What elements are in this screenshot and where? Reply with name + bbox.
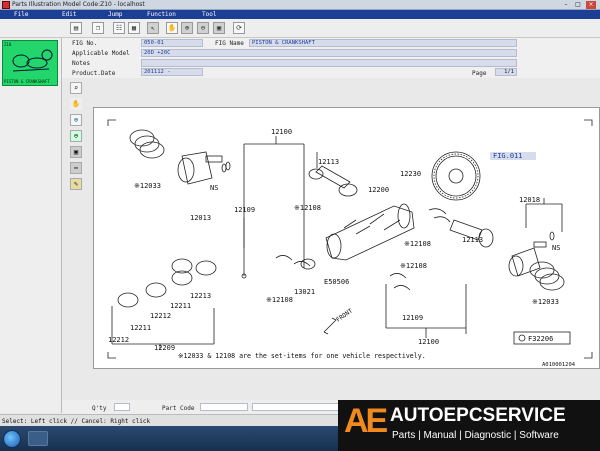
taskbar-app-icon[interactable] [28,431,48,446]
crankshaft [325,205,415,261]
callout-12209[interactable]: 12209 [154,344,175,352]
fit-window-icon[interactable]: ▣ [70,146,82,158]
callout-ns: NS [210,184,218,192]
qty-label: Q'ty [92,405,107,412]
part-name-field [252,403,342,411]
callout-12213[interactable]: 12213 [190,292,211,300]
zoom-out-tool-icon[interactable]: ⊖ [70,130,82,142]
piston-ring [139,141,165,159]
maximize-icon[interactable]: □ [573,1,583,9]
cursor-icon[interactable]: ↖ [147,22,159,34]
watermark-logo: AE [344,402,388,440]
notes-label: Notes [72,60,91,67]
piston-ring [129,129,155,147]
menu-jump[interactable]: Jump [108,11,122,18]
set-items-footnote: ※12033 & 12108 are the set-items for one… [178,352,426,360]
callout-12018[interactable]: 12018 [519,196,540,204]
date-label: Product.Date [72,70,116,77]
app-icon [2,1,10,9]
callout-12211[interactable]: 12211 [170,302,191,310]
fig-name-field: PISTON & CRANKSHAFT [249,39,517,47]
piston [181,151,213,185]
callout-12230[interactable]: 12230 [400,170,421,178]
status-text: Select: Left click // Cancel: Right clic… [2,418,151,425]
callout-12212b[interactable]: 12212 [108,336,129,344]
date-field: 201112 - [141,68,203,76]
page-label: Page [472,70,487,77]
menu-function[interactable]: Function [147,11,176,18]
fit-width-icon[interactable]: ⇔ [70,162,82,174]
callout-13021[interactable]: 13021 [294,288,315,296]
callout-12211b[interactable]: 12211 [130,324,151,332]
parts-list-icon[interactable]: ☷ [113,22,125,34]
callout-12109[interactable]: 12109 [234,206,255,214]
print-icon[interactable]: ▤ [70,22,82,34]
toolbar: ▤ ❐ ☷ ▦ ↖ ✋ ⊕ ⊖ ▣ ⟳ [0,19,600,38]
piston-right [511,247,541,277]
callout-12108c[interactable]: ※12108 [266,296,293,304]
menu-edit[interactable]: Edit [62,11,76,18]
piston-ring [134,135,160,153]
magnify-icon[interactable]: ⌕ [70,82,82,94]
front-arrow-label: FRONT [335,307,354,323]
callout-12100[interactable]: 12100 [271,128,292,136]
callout-12108[interactable]: ※12108 [294,204,321,212]
close-icon[interactable]: × [586,1,596,9]
notes-field [141,59,517,67]
refresh-icon[interactable]: ⟳ [233,22,245,34]
zoom-out-icon[interactable]: ⊖ [197,22,209,34]
callout-12200[interactable]: 12200 [368,186,389,194]
thumbnail-panel: Z10 PISTON & CRANKSHAFT [0,38,62,413]
side-toolbar: ⌕ ✋ ⊕ ⊖ ▣ ⇔ ✎ [70,80,86,198]
thumbnail-item[interactable]: Z10 PISTON & CRANKSHAFT [2,40,58,86]
drawing-number: A010001204 [542,362,576,368]
title-bar: Parts Illustration Model Code:Z10 - loca… [0,0,600,10]
callout-ns2: NS [552,244,560,252]
callout-12033[interactable]: ※12033 [134,182,161,190]
illustration-canvas[interactable]: FIG.011 12100 12113 ※12033 12013 12109 ※… [93,107,600,369]
part-code-field[interactable] [200,403,248,411]
model-field: 20D +20C [141,49,517,57]
menu-bar: File Edit Jump Function Tool [0,10,600,19]
hand-tool-icon[interactable]: ✋ [70,98,82,110]
fit-icon[interactable]: ▣ [213,22,225,34]
menu-file[interactable]: File [14,11,28,18]
callout-12109b[interactable]: 12109 [402,314,423,322]
parts-diagram: FIG.011 12100 12113 ※12033 12013 12109 ※… [107,119,593,368]
watermark-name: AUTOEPCSERVICE [390,405,566,426]
part-code-label: Part Code [162,405,195,412]
model-label: Applicable Model [72,50,130,57]
save-icon[interactable]: ▦ [128,22,140,34]
watermark-banner: AE AUTOEPCSERVICE Parts | Manual | Diagn… [338,400,600,451]
start-button[interactable] [3,430,21,448]
callout-12113[interactable]: 12113 [318,158,339,166]
thumbnail-caption: PISTON & CRANKSHAFT [4,79,50,84]
minimize-icon[interactable]: – [561,1,571,9]
page-field: 1/1 [495,68,517,76]
hand-icon[interactable]: ✋ [166,22,178,34]
fig-no-label: FIG No. [72,40,98,47]
fig-name-label: FIG Name [215,40,244,47]
zoom-in-tool-icon[interactable]: ⊕ [70,114,82,126]
callout-12100b[interactable]: 12100 [418,338,439,346]
watermark-tagline: Parts | Manual | Diagnostic | Software [392,430,559,441]
window-title: Parts Illustration Model Code:Z10 - loca… [12,1,145,8]
copy-icon[interactable]: ❐ [92,22,104,34]
fig-no-field: 050-01 [141,39,203,47]
callout-12108d[interactable]: ※12108 [400,262,427,270]
callout-12108b[interactable]: ※12108 [404,240,431,248]
piston-top [177,157,195,183]
callout-12033b[interactable]: ※12033 [532,298,559,306]
callout-12113b[interactable]: 12113 [462,236,483,244]
callout-e50506[interactable]: E50506 [324,278,349,286]
flywheel [431,151,481,201]
fig-ref-link[interactable]: FIG.011 [493,152,523,160]
menu-tool[interactable]: Tool [202,11,216,18]
callout-12013[interactable]: 12013 [190,214,211,222]
qty-field[interactable] [114,403,130,411]
fig-code: F32206 [528,335,553,343]
memo-icon[interactable]: ✎ [70,178,82,190]
zoom-in-icon[interactable]: ⊕ [181,22,193,34]
callout-12212[interactable]: 12212 [150,312,171,320]
